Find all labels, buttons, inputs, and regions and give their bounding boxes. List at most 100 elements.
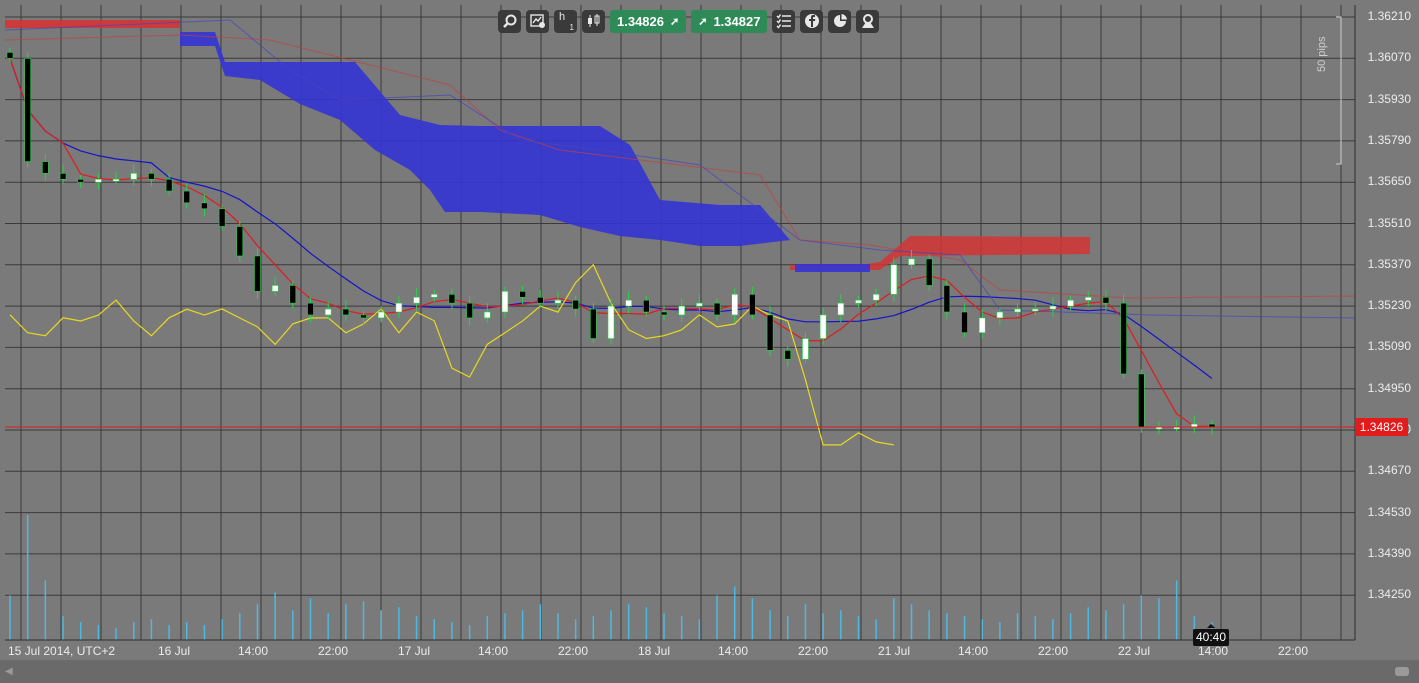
chart-toolbar: h 1 1.34826 ➚ ➚ 1.34827	[498, 9, 880, 33]
candle-body	[183, 190, 191, 204]
candle-body	[448, 293, 456, 304]
time-axis-label: 15 Jul 2014, UTC+2	[8, 644, 116, 658]
time-axis-label: 14:00	[958, 644, 989, 658]
plot-area	[5, 5, 1355, 640]
candle-body	[590, 308, 597, 339]
candle-body	[6, 52, 14, 59]
buy-arrow-icon: ➚	[698, 15, 708, 28]
candle-body	[802, 338, 809, 360]
chart-settings-button[interactable]	[526, 9, 549, 33]
candle-body	[943, 285, 951, 313]
candle-body	[978, 317, 986, 333]
candle-body	[501, 291, 509, 313]
candle-body	[254, 255, 261, 292]
sell-price-button[interactable]: 1.34826 ➚	[610, 9, 687, 33]
time-axis-label: 18 Jul	[638, 644, 671, 658]
candle-body	[519, 291, 526, 298]
candle-body	[95, 178, 102, 183]
timeframe-button[interactable]: h 1	[554, 9, 577, 33]
zoom-icon	[502, 14, 516, 28]
facebook-button[interactable]	[800, 9, 824, 33]
time-axis-label: 22:00	[798, 644, 829, 658]
candle-body	[466, 302, 473, 319]
price-axis-label: 1.35930	[1367, 91, 1411, 106]
candle-body	[324, 308, 332, 316]
price-axis-label: 1.34390	[1367, 545, 1411, 560]
candle-body	[148, 173, 155, 180]
candle-body	[660, 311, 668, 316]
price-axis-label: 1.35510	[1367, 215, 1411, 230]
scroll-left-icon[interactable]: ◀	[5, 666, 13, 677]
scroll-thumb[interactable]	[1395, 667, 1409, 676]
candle-body	[307, 302, 314, 316]
candle-body	[643, 299, 650, 313]
timeframe-label: h	[559, 10, 566, 23]
candle-timer: 40:40	[1193, 624, 1229, 646]
candle-body	[1084, 296, 1092, 301]
time-axis-label: 22 Jul	[1118, 644, 1151, 658]
price-axis-label: 1.36070	[1367, 50, 1411, 65]
horizontal-scrollbar[interactable]: ◀	[0, 660, 1419, 683]
bid-price: 1.34826	[617, 13, 664, 29]
indicators-list-icon	[776, 14, 791, 29]
candlestick-icon	[587, 14, 599, 27]
time-axis-label: 14:00	[1198, 644, 1229, 658]
candle-body	[607, 305, 615, 339]
candle-body	[165, 178, 173, 192]
time-axis-label: 22:00	[1278, 644, 1309, 658]
price-axis-label: 1.34670	[1367, 463, 1411, 478]
chart-app: { "toolbar": { "buttons": ["zoom-icon", …	[0, 0, 1419, 683]
candle-body	[996, 311, 1004, 319]
candle-body	[24, 57, 31, 162]
candle-body	[855, 299, 862, 304]
time-axis-label: 14:00	[718, 644, 749, 658]
candle-body	[59, 173, 67, 180]
profile-button[interactable]	[856, 9, 880, 33]
time-axis-label: 22:00	[318, 644, 349, 658]
candle-body	[1137, 373, 1145, 428]
candle-body	[696, 302, 703, 307]
candle-body	[1049, 305, 1057, 310]
candle-body	[201, 202, 208, 210]
time-axis-label: 16 Jul	[158, 644, 191, 658]
zoom-button[interactable]	[498, 9, 521, 33]
candle-body	[678, 305, 686, 316]
candle-body	[218, 208, 226, 227]
candle-body	[536, 296, 544, 304]
pie-chart-button[interactable]	[828, 9, 852, 33]
pips-label: 50 pips	[1316, 36, 1328, 72]
candle-body	[819, 314, 827, 339]
chart-settings-icon	[529, 14, 545, 28]
buy-price-button[interactable]: ➚ 1.34827	[691, 9, 768, 33]
candle-body	[890, 264, 898, 295]
candle-body	[360, 314, 367, 319]
timeframe-value: 1	[569, 22, 574, 32]
candle-body	[395, 302, 403, 313]
kumo-bear-segment	[795, 264, 870, 272]
chart-type-button[interactable]	[582, 9, 605, 33]
candle-body	[1067, 299, 1074, 307]
price-axis-label: 1.36210	[1367, 9, 1411, 23]
current-price-badge: 1.34826	[1355, 418, 1408, 436]
profile-icon	[861, 14, 874, 28]
time-axis-label: 21 Jul	[878, 644, 911, 658]
candle-body	[1102, 296, 1110, 304]
price-axis-label: 1.35650	[1367, 174, 1411, 189]
candle-body	[271, 285, 279, 292]
time-axis-label: 14:00	[238, 644, 269, 658]
price-axis-label: 1.34530	[1367, 504, 1411, 519]
candle-body	[572, 299, 579, 310]
pie-chart-icon	[833, 14, 847, 27]
candle-body	[625, 299, 632, 307]
candle-body	[342, 308, 350, 316]
price-axis-label: 1.34250	[1367, 587, 1411, 602]
candle-body	[908, 258, 915, 266]
candle-body	[1031, 308, 1039, 312]
candle-body	[377, 311, 385, 319]
candle-body	[837, 302, 845, 316]
indicators-button[interactable]	[772, 9, 796, 33]
candle-body	[784, 350, 792, 360]
price-chart[interactable]	[0, 0, 1419, 660]
price-axis-label: 1.35790	[1367, 132, 1411, 147]
kumo-bull-segment	[5, 20, 180, 28]
